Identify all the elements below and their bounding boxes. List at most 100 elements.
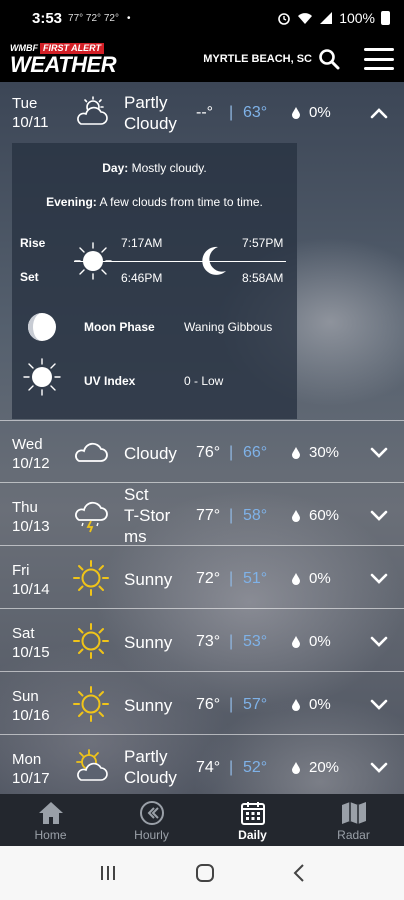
chevron-down-icon[interactable]	[370, 762, 388, 774]
nav-daily[interactable]: Daily	[202, 794, 303, 846]
chevron-down-icon[interactable]	[370, 573, 388, 585]
moonset-time: 8:58AM	[242, 271, 284, 285]
status-time: 3:53	[32, 9, 63, 27]
cloudy-icon	[75, 442, 108, 462]
row-condition: Partly Cloudy	[124, 93, 177, 133]
sunset-time: 6:46PM	[121, 271, 163, 285]
partly-cloudy-icon	[77, 96, 108, 125]
forecast-row-mon[interactable]: Mon 10/17 Partly Cloudy 74° | 52° 20%	[0, 736, 404, 794]
row-date: Tue 10/11	[12, 94, 48, 132]
home-button-icon[interactable]	[194, 862, 216, 884]
row-separator: |	[229, 570, 234, 587]
raindrop-icon	[292, 699, 300, 711]
row-date: Fri 10/14	[12, 561, 50, 599]
station-logo[interactable]: WMBF FIRST ALERT WEATHER	[10, 42, 117, 77]
moonrise-time: 7:57PM	[242, 236, 284, 250]
battery-percent: 100%	[339, 10, 375, 26]
row-date-num: 10/15	[12, 644, 50, 661]
row-date-num: 10/14	[12, 581, 50, 598]
nav-hourly-label: Hourly	[134, 828, 169, 842]
row-date: Sun 10/16	[12, 687, 50, 725]
raindrop-icon	[292, 636, 300, 648]
nav-radar-label: Radar	[337, 828, 370, 842]
row-separator: |	[229, 104, 234, 121]
logo-title: WEATHER	[10, 51, 117, 77]
row-condition: Cloudy	[124, 444, 177, 463]
row-precip: 0%	[309, 104, 331, 121]
nav-radar[interactable]: Radar	[303, 794, 404, 846]
row-date: Wed 10/12	[12, 435, 50, 473]
wifi-icon	[298, 13, 313, 24]
nav-home-label: Home	[34, 828, 67, 842]
row-low: 57°	[243, 696, 268, 713]
location-label[interactable]: MYRTLE BEACH, SC	[203, 53, 312, 65]
row-high: 76°	[196, 696, 221, 713]
hourly-rewind-icon	[139, 801, 164, 825]
row-precip: 0%	[309, 633, 331, 650]
row-day: Thu	[12, 499, 38, 516]
chevron-up-icon[interactable]	[370, 107, 388, 119]
map-icon	[341, 802, 366, 824]
row-low: 63°	[243, 104, 268, 121]
row-condition: Partly Cloudy	[124, 747, 177, 787]
row-condition: Sct T-Stor ms	[124, 484, 170, 547]
forecast-row-wed[interactable]: Wed 10/12 Cloudy 76° | 66° 30%	[0, 421, 404, 483]
alarm-icon	[278, 13, 290, 25]
sunrise-time: 7:17AM	[121, 236, 163, 250]
row-high: 76°	[196, 444, 221, 461]
back-icon[interactable]	[292, 863, 306, 883]
thunderstorm-icon	[75, 501, 108, 533]
bottom-nav: Home Hourly Daily Radar	[0, 794, 404, 846]
row-day: Fri	[12, 562, 30, 579]
forecast-row-sun[interactable]: Sun 10/16 Sunny 76° | 57° 0%	[0, 673, 404, 735]
row-day: Sun	[12, 688, 39, 705]
chevron-down-icon[interactable]	[370, 447, 388, 459]
row-condition-line: T-Stor	[124, 506, 171, 525]
daily-forecast-list: Tue 10/11 Partly Cloudy --° | 63° 0% Day:…	[0, 82, 404, 794]
uv-sun-icon	[23, 358, 61, 396]
search-icon[interactable]	[318, 48, 340, 70]
forecast-row-tue[interactable]: Tue 10/11 Partly Cloudy --° | 63° 0%	[0, 82, 404, 144]
calendar-icon	[240, 802, 265, 825]
row-low: 58°	[243, 507, 268, 524]
row-precip: 0%	[309, 696, 331, 713]
recent-apps-icon[interactable]	[98, 864, 118, 882]
row-day: Tue	[12, 95, 38, 112]
set-label: Set	[20, 270, 39, 284]
row-date-num: 10/12	[12, 455, 50, 472]
forecast-row-thu[interactable]: Thu 10/13 Sct T-Stor ms 77° | 58° 60%	[0, 484, 404, 546]
evening-summary: Evening: A few clouds from time to time.	[46, 195, 263, 209]
row-high: 74°	[196, 759, 221, 776]
sun-icon	[73, 560, 109, 596]
chevron-down-icon[interactable]	[370, 699, 388, 711]
day-summary: Day: Mostly cloudy.	[102, 161, 207, 175]
forecast-row-sat[interactable]: Sat 10/15 Sunny 73° | 53° 0%	[0, 610, 404, 672]
home-icon	[38, 802, 63, 824]
chevron-down-icon[interactable]	[370, 636, 388, 648]
row-date-num: 10/13	[12, 518, 50, 535]
uv-index-label: UV Index	[84, 374, 136, 388]
raindrop-icon	[292, 447, 300, 459]
nav-hourly[interactable]: Hourly	[101, 794, 202, 846]
nav-home[interactable]: Home	[0, 794, 101, 846]
row-low: 52°	[243, 759, 268, 776]
row-condition: Sunny	[124, 633, 173, 652]
row-condition-line: ms	[124, 527, 147, 546]
nav-daily-label: Daily	[238, 828, 267, 842]
row-separator: |	[229, 444, 234, 461]
hamburger-menu-icon[interactable]	[364, 48, 394, 70]
row-date: Mon 10/17	[12, 750, 50, 788]
app-header: WMBF FIRST ALERT WEATHER MYRTLE BEACH, S…	[0, 36, 404, 82]
row-date-num: 10/17	[12, 770, 50, 787]
sun-icon	[73, 623, 109, 659]
row-precip: 20%	[309, 759, 340, 776]
chevron-down-icon[interactable]	[370, 510, 388, 522]
raindrop-icon	[292, 762, 300, 774]
status-dot: •	[126, 12, 131, 24]
forecast-row-fri[interactable]: Fri 10/14 Sunny 72° | 51° 0%	[0, 547, 404, 609]
row-separator: |	[229, 759, 234, 776]
row-condition-line: Sct	[124, 485, 149, 504]
rise-label: Rise	[20, 236, 46, 250]
row-precip: 30%	[309, 444, 340, 461]
raindrop-icon	[292, 107, 300, 119]
